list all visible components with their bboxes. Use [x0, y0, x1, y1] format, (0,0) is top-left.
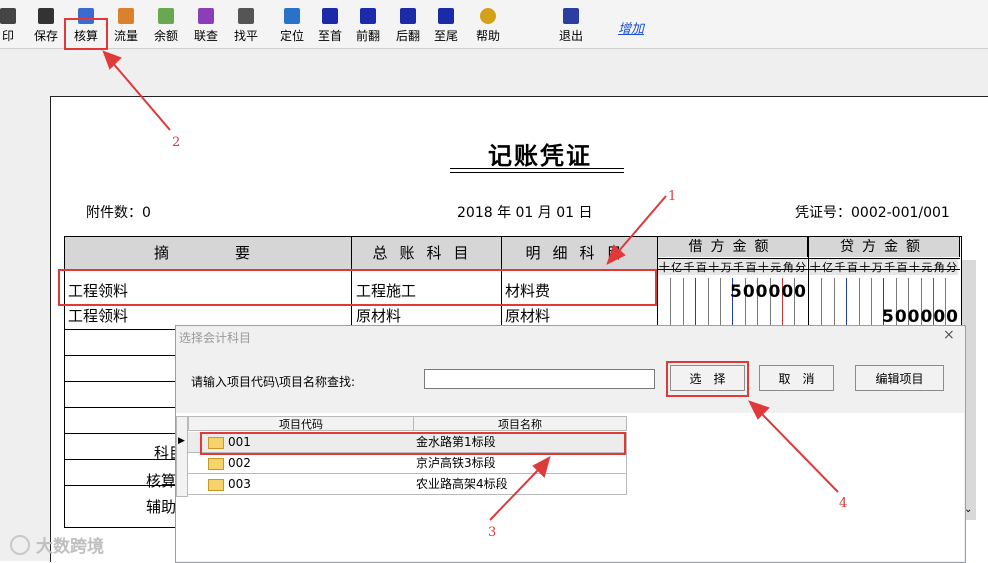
watermark-logo-icon	[10, 535, 30, 555]
callout-3: 3	[488, 525, 497, 540]
callout-4: 4	[839, 496, 848, 511]
callout-1: 1	[668, 189, 677, 204]
annotation-arrows	[102, 50, 839, 521]
watermark: 大数跨境	[10, 532, 104, 557]
callout-2: 2	[172, 135, 181, 150]
